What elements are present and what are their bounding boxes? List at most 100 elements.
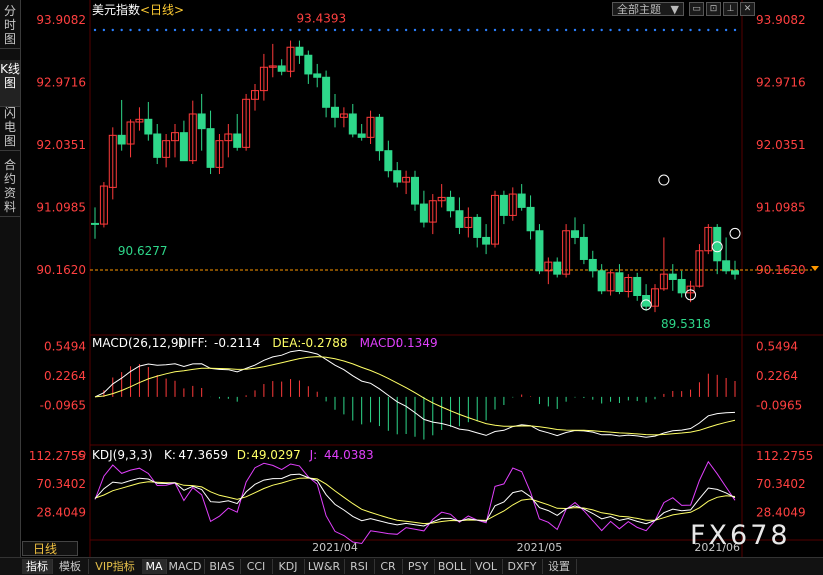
top-marker-dot-7 [156,28,159,32]
candle-body-13 [206,128,215,168]
k-ytick-left-3: 91.0985 [36,201,86,215]
candle-body-25 [313,73,322,78]
top-marker-dot-59 [618,28,621,32]
top-marker-dot-9 [173,28,177,32]
candle-body-3 [117,134,126,145]
indicator-tab-11[interactable]: PSY [402,559,435,574]
top-marker-dot-69 [707,28,710,32]
k-ytick-left-1: 92.9716 [36,76,86,90]
macd-ytick-left-2: -0.0965 [40,399,86,413]
candle-body-50 [535,230,544,272]
top-marker-dot-10 [182,28,186,32]
top-marker-dot-17 [244,28,248,32]
indicator-tab-8[interactable]: LW&R [304,559,345,574]
top-marker-dot-61 [636,28,639,32]
indicator-tab-5[interactable]: BIAS [204,559,241,574]
k-start-low-label: 90.6277 [118,244,168,258]
macd-ytick-left-0: 0.5494 [44,339,86,353]
top-marker-dot-38 [431,28,434,32]
indicator-tab-2[interactable]: VIP指标 [88,559,143,574]
top-marker-dot-33 [387,28,390,32]
top-marker-dot-31 [369,28,372,32]
indicator-tab-14[interactable]: DXFY [502,559,543,574]
candle-body-10 [179,132,188,162]
top-marker-dot-18 [253,28,257,32]
top-marker-dot-30 [360,28,363,32]
indicator-tab-9[interactable]: RSI [344,559,375,574]
top-marker-dot-27 [333,28,337,32]
top-marker-dot-21 [280,28,283,32]
indicator-tab-7[interactable]: KDJ [272,559,305,574]
toolbar-minus-icon[interactable]: ▭ [689,2,704,16]
candle-body-7 [153,133,162,158]
indicator-tab-6[interactable]: CCI [240,559,273,574]
k-period: <日线> [140,3,184,17]
top-marker-dot-71 [724,28,728,32]
indicator-tab-12[interactable]: BOLL [434,559,471,574]
top-marker-dot-25 [316,28,319,32]
candle-body-37 [419,203,428,223]
top-marker-dot-4 [129,28,132,32]
kdj-legend-value-2: 44.0383 [324,448,374,462]
indicator-tab-1[interactable]: 模板 [52,559,89,574]
candle-body-16 [233,133,242,148]
candle-body-41 [455,210,464,228]
top-marker-dot-6 [147,28,150,32]
candle-body-12 [197,113,206,130]
top-marker-dot-45 [493,28,497,32]
k-high-label: 93.4393 [297,12,347,26]
top-marker-dot-66 [680,28,683,32]
kdj-legend-name-0: K: [164,448,176,462]
kdj-legend-name-1: D: [237,448,250,462]
macd-legend-name-0: DIFF: [178,336,208,350]
top-marker-dot-37 [422,28,426,32]
indicator-tab-3[interactable]: MA [142,559,167,574]
k-ytick-left-0: 93.9082 [36,13,86,27]
top-marker-dot-35 [404,28,408,32]
candle-body-43 [473,216,482,238]
k-title: 美元指数 [92,2,140,17]
macd-title: MACD(26,12,9) [92,336,183,350]
toolbar-close-icon[interactable]: ✕ [740,2,755,16]
top-marker-dot-22 [289,28,292,32]
kdj-j-line [94,460,736,545]
toolbar-pin-icon[interactable]: ⊥ [723,2,738,16]
top-marker-dot-34 [396,28,399,32]
toolbar-lock-icon[interactable]: ⊡ [706,2,721,16]
indicator-toolbar: 指标 模板 VIP指标 MA MACD BIAS CCI KDJ LW&R RSI CR PSY BOL… [0,557,823,575]
top-marker-dot-2 [111,28,114,32]
kdj-ytick-left-2: 28.4049 [36,505,86,519]
candle-body-48 [517,193,526,208]
indicator-tab-4[interactable]: MACD [166,559,205,574]
k-ytick-right-3: 91.0985 [756,201,806,215]
top-marker-dot-20 [271,28,274,32]
candle-body-29 [348,113,357,135]
indicator-tab-10[interactable]: CR [374,559,403,574]
candle-body-21 [277,65,286,72]
candle-body-6 [144,118,153,135]
candle-body-70 [713,226,722,262]
kdj-ytick-right-1: 70.3402 [756,477,806,491]
top-marker-dot-29 [351,28,354,32]
top-marker-dot-49 [529,28,532,32]
indicator-tab-13[interactable]: VOL [470,559,503,574]
candle-body-52 [553,261,562,275]
kdj-d-line [94,477,736,525]
k-ytick-right-2: 92.0351 [756,138,806,152]
theme-select[interactable]: 全部主题 ▼ [612,2,684,16]
macd-ytick-left-1: 0.2264 [44,369,86,383]
macd-legend-name-1: DEA: [272,336,301,350]
period-select[interactable]: 日线 [22,541,78,556]
indicator-tab-0[interactable]: 指标 [22,559,53,574]
candle-body-55 [579,236,588,260]
indicator-tab-15[interactable]: 设置 [542,559,577,574]
top-marker-dot-39 [440,28,443,32]
kdj-ytick-left-0: 112.2755 [29,449,86,463]
kdj-title: KDJ(9,3,3) [92,448,153,462]
candle-body-26 [322,76,331,108]
k-ytick-right-1: 92.9716 [756,76,806,90]
top-marker-dot-3 [120,28,123,32]
macd-ytick-right-0: 0.5494 [756,339,798,353]
top-marker-dot-15 [227,28,230,32]
candle-body-56 [588,258,597,272]
